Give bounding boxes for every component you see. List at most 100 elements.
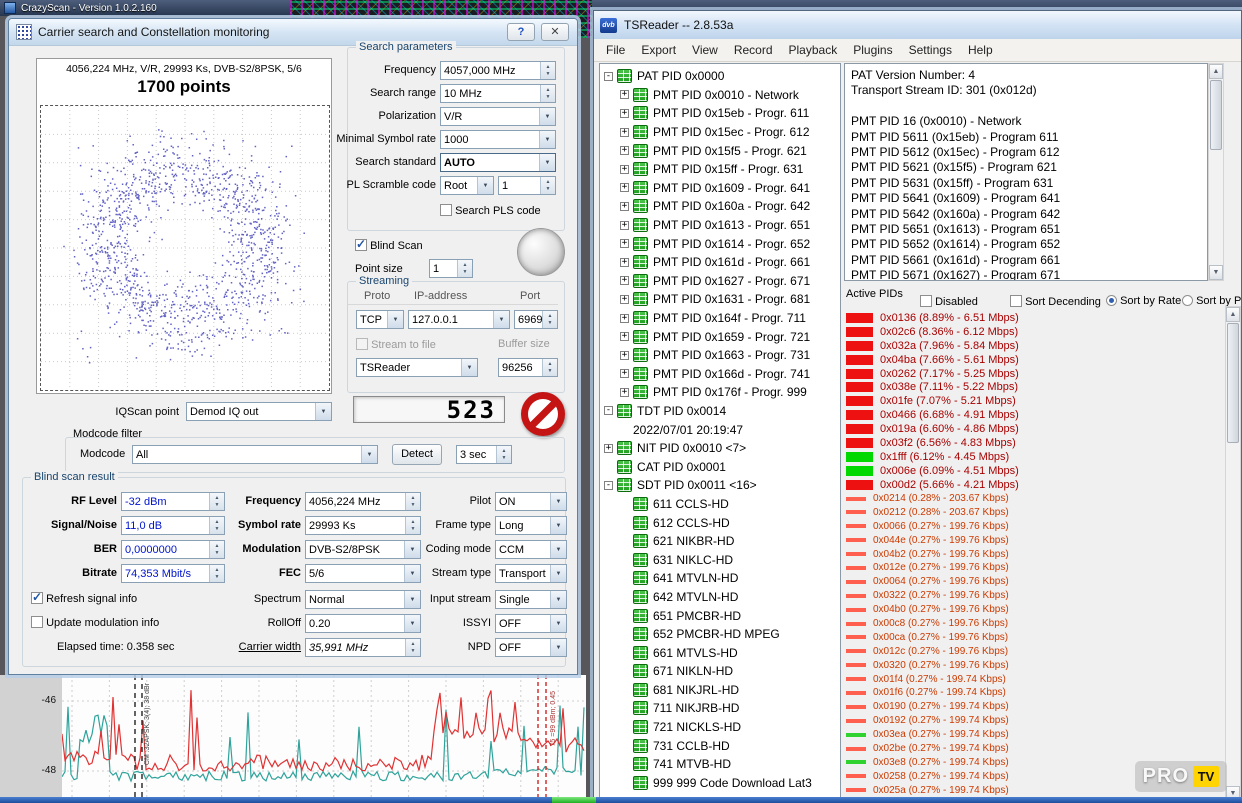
active-pid-row[interactable]: 0x01f6 (0.27% - 199.74 Kbps) <box>846 686 1224 700</box>
collapse-icon[interactable]: - <box>604 72 613 81</box>
tree-item[interactable]: +PMT PID 0x164f - Progr. 711 <box>600 309 840 328</box>
spinner-buttons[interactable] <box>540 62 555 79</box>
tree-item[interactable]: 681 NIKJRL-HD <box>600 681 840 700</box>
active-pid-row[interactable]: 0x0190 (0.27% - 199.74 Kbps) <box>846 700 1224 714</box>
menu-plugins[interactable]: Plugins <box>845 43 900 57</box>
dropdown-arrow-icon[interactable] <box>361 446 377 463</box>
dropdown-arrow-icon[interactable] <box>550 493 566 510</box>
spinner-buttons[interactable] <box>496 446 511 463</box>
expand-icon[interactable]: + <box>620 109 629 118</box>
spinner-buttons[interactable] <box>542 359 557 376</box>
help-button[interactable]: ? <box>507 23 535 41</box>
npd-select[interactable]: OFF <box>495 638 567 657</box>
stream-target-select[interactable]: TSReader <box>356 358 478 377</box>
active-pid-row[interactable]: 0x02be (0.27% - 199.74 Kbps) <box>846 742 1224 756</box>
active-pid-row[interactable]: 0x012c (0.27% - 199.76 Kbps) <box>846 644 1224 658</box>
tree-item[interactable]: 611 CCLS-HD <box>600 495 840 514</box>
active-pid-row[interactable]: 0x0322 (0.27% - 199.76 Kbps) <box>846 589 1224 603</box>
active-pid-row[interactable]: 0x019a (6.60% - 4.86 Mbps) <box>846 422 1224 436</box>
menu-export[interactable]: Export <box>633 43 684 57</box>
scrollbar-thumb[interactable] <box>1210 80 1222 150</box>
stream-type-select[interactable]: Transport <box>495 564 567 583</box>
active-pid-row[interactable]: 0x0214 (0.28% - 203.67 Kbps) <box>846 492 1224 506</box>
dropdown-arrow-icon[interactable] <box>550 639 566 656</box>
dropdown-arrow-icon[interactable] <box>550 615 566 632</box>
tree-item[interactable]: 999 999 Code Download Lat3 <box>600 774 840 793</box>
rf-level-spinner[interactable]: -32 dBm <box>121 492 225 511</box>
dropdown-arrow-icon[interactable] <box>550 541 566 558</box>
checkbox-icon[interactable] <box>1010 295 1022 307</box>
active-pid-row[interactable]: 0x006e (6.09% - 4.51 Mbps) <box>846 464 1224 478</box>
menu-file[interactable]: File <box>598 43 633 57</box>
active-pid-row[interactable]: 0x044e (0.27% - 199.76 Kbps) <box>846 533 1224 547</box>
expand-icon[interactable]: + <box>620 90 629 99</box>
tree-item[interactable]: +PMT PID 0x166d - Progr. 741 <box>600 365 840 384</box>
active-pid-row[interactable]: 0x03f2 (6.56% - 4.83 Mbps) <box>846 436 1224 450</box>
issyi-select[interactable]: OFF <box>495 614 567 633</box>
search-range-spinner[interactable]: 10 MHz <box>440 84 556 103</box>
expand-icon[interactable]: + <box>620 388 629 397</box>
active-pid-row[interactable]: 0x012e (0.27% - 199.76 Kbps) <box>846 561 1224 575</box>
tree-item[interactable]: +PMT PID 0x1663 - Progr. 731 <box>600 346 840 365</box>
dropdown-arrow-icon[interactable] <box>539 154 555 171</box>
no-entry-icon[interactable] <box>521 392 565 436</box>
update-modulation-checkbox[interactable]: Update modulation info <box>31 616 159 629</box>
expand-icon[interactable]: + <box>620 183 629 192</box>
symbol-rate-spinner[interactable]: 29993 Ks <box>305 516 421 535</box>
expand-icon[interactable]: + <box>620 146 629 155</box>
taskbar-edge[interactable] <box>0 797 1242 803</box>
expand-icon[interactable]: + <box>620 276 629 285</box>
tree-item[interactable]: +PMT PID 0x15eb - Progr. 611 <box>600 104 840 123</box>
tree-item[interactable]: -PAT PID 0x0000 <box>600 67 840 86</box>
active-pid-row[interactable]: 0x0064 (0.27% - 199.76 Kbps) <box>846 575 1224 589</box>
dropdown-arrow-icon[interactable] <box>539 131 555 148</box>
active-pid-row[interactable]: 0x032a (7.96% - 5.84 Mbps) <box>846 339 1224 353</box>
active-pid-row[interactable]: 0x00ca (0.27% - 199.76 Kbps) <box>846 630 1224 644</box>
proto-select[interactable]: TCP <box>356 310 404 329</box>
scroll-up-icon[interactable]: ▲ <box>1209 64 1223 79</box>
snr-spinner[interactable]: 11,0 dB <box>121 516 225 535</box>
tree-item[interactable]: -TDT PID 0x0014 <box>600 402 840 421</box>
dropdown-arrow-icon[interactable] <box>550 591 566 608</box>
active-pid-row[interactable]: 0x0212 (0.28% - 203.67 Kbps) <box>846 505 1224 519</box>
expand-icon[interactable]: + <box>620 332 629 341</box>
collapse-icon[interactable]: - <box>604 481 613 490</box>
tree-item[interactable]: +PMT PID 0x161d - Progr. 661 <box>600 253 840 272</box>
expand-icon[interactable]: + <box>620 258 629 267</box>
expand-icon[interactable]: + <box>620 202 629 211</box>
dropdown-arrow-icon[interactable] <box>550 565 566 582</box>
pilot-select[interactable]: ON <box>495 492 567 511</box>
modcode-select[interactable]: All <box>132 445 378 464</box>
buffer-size-spinner[interactable]: 96256 <box>498 358 558 377</box>
active-pid-row[interactable]: 0x00c8 (0.27% - 199.76 Kbps) <box>846 617 1224 631</box>
expand-icon[interactable]: + <box>620 369 629 378</box>
frequency-spinner[interactable]: 4056,224 MHz <box>305 492 421 511</box>
blind-scan-checkbox[interactable]: Blind Scan <box>355 239 423 252</box>
close-button[interactable]: ✕ <box>541 23 569 41</box>
search-pls-checkbox[interactable]: Search PLS code <box>440 204 541 217</box>
active-pid-row[interactable]: 0x1fff (6.12% - 4.45 Mbps) <box>846 450 1224 464</box>
tree-item[interactable]: 651 PMCBR-HD <box>600 606 840 625</box>
tree-item[interactable]: 741 MTVB-HD <box>600 755 840 774</box>
rolloff-select[interactable]: 0.20 <box>305 614 421 633</box>
dialog-titlebar[interactable]: Carrier search and Constellation monitor… <box>9 19 577 46</box>
checkbox-icon[interactable] <box>31 616 43 628</box>
dropdown-arrow-icon[interactable] <box>493 311 509 328</box>
expand-icon[interactable]: + <box>620 351 629 360</box>
tree-item[interactable]: +PMT PID 0x15ec - Progr. 612 <box>600 123 840 142</box>
spinner-buttons[interactable] <box>540 85 555 102</box>
sort-descending-checkbox[interactable]: Sort Decending <box>1010 295 1101 308</box>
tree-item[interactable]: 711 NIKJRB-HD <box>600 699 840 718</box>
active-pid-row[interactable]: 0x03ea (0.27% - 199.74 Kbps) <box>846 728 1224 742</box>
expand-icon[interactable]: + <box>620 165 629 174</box>
dropdown-arrow-icon[interactable] <box>477 177 493 194</box>
active-pid-row[interactable]: 0x04b2 (0.27% - 199.76 Kbps) <box>846 547 1224 561</box>
pid-list-scrollbar[interactable]: ▲ ▼ <box>1225 306 1241 802</box>
frequency-spinner[interactable]: 4057,000 MHz <box>440 61 556 80</box>
tree-item[interactable]: 661 MTVLS-HD <box>600 643 840 662</box>
tree-item[interactable]: 731 CCLB-HD <box>600 736 840 755</box>
checkbox-icon[interactable] <box>920 295 932 307</box>
collapse-icon[interactable]: - <box>604 406 613 415</box>
iqscan-select[interactable]: Demod IQ out <box>186 402 332 421</box>
active-pid-row[interactable]: 0x04b0 (0.27% - 199.76 Kbps) <box>846 603 1224 617</box>
